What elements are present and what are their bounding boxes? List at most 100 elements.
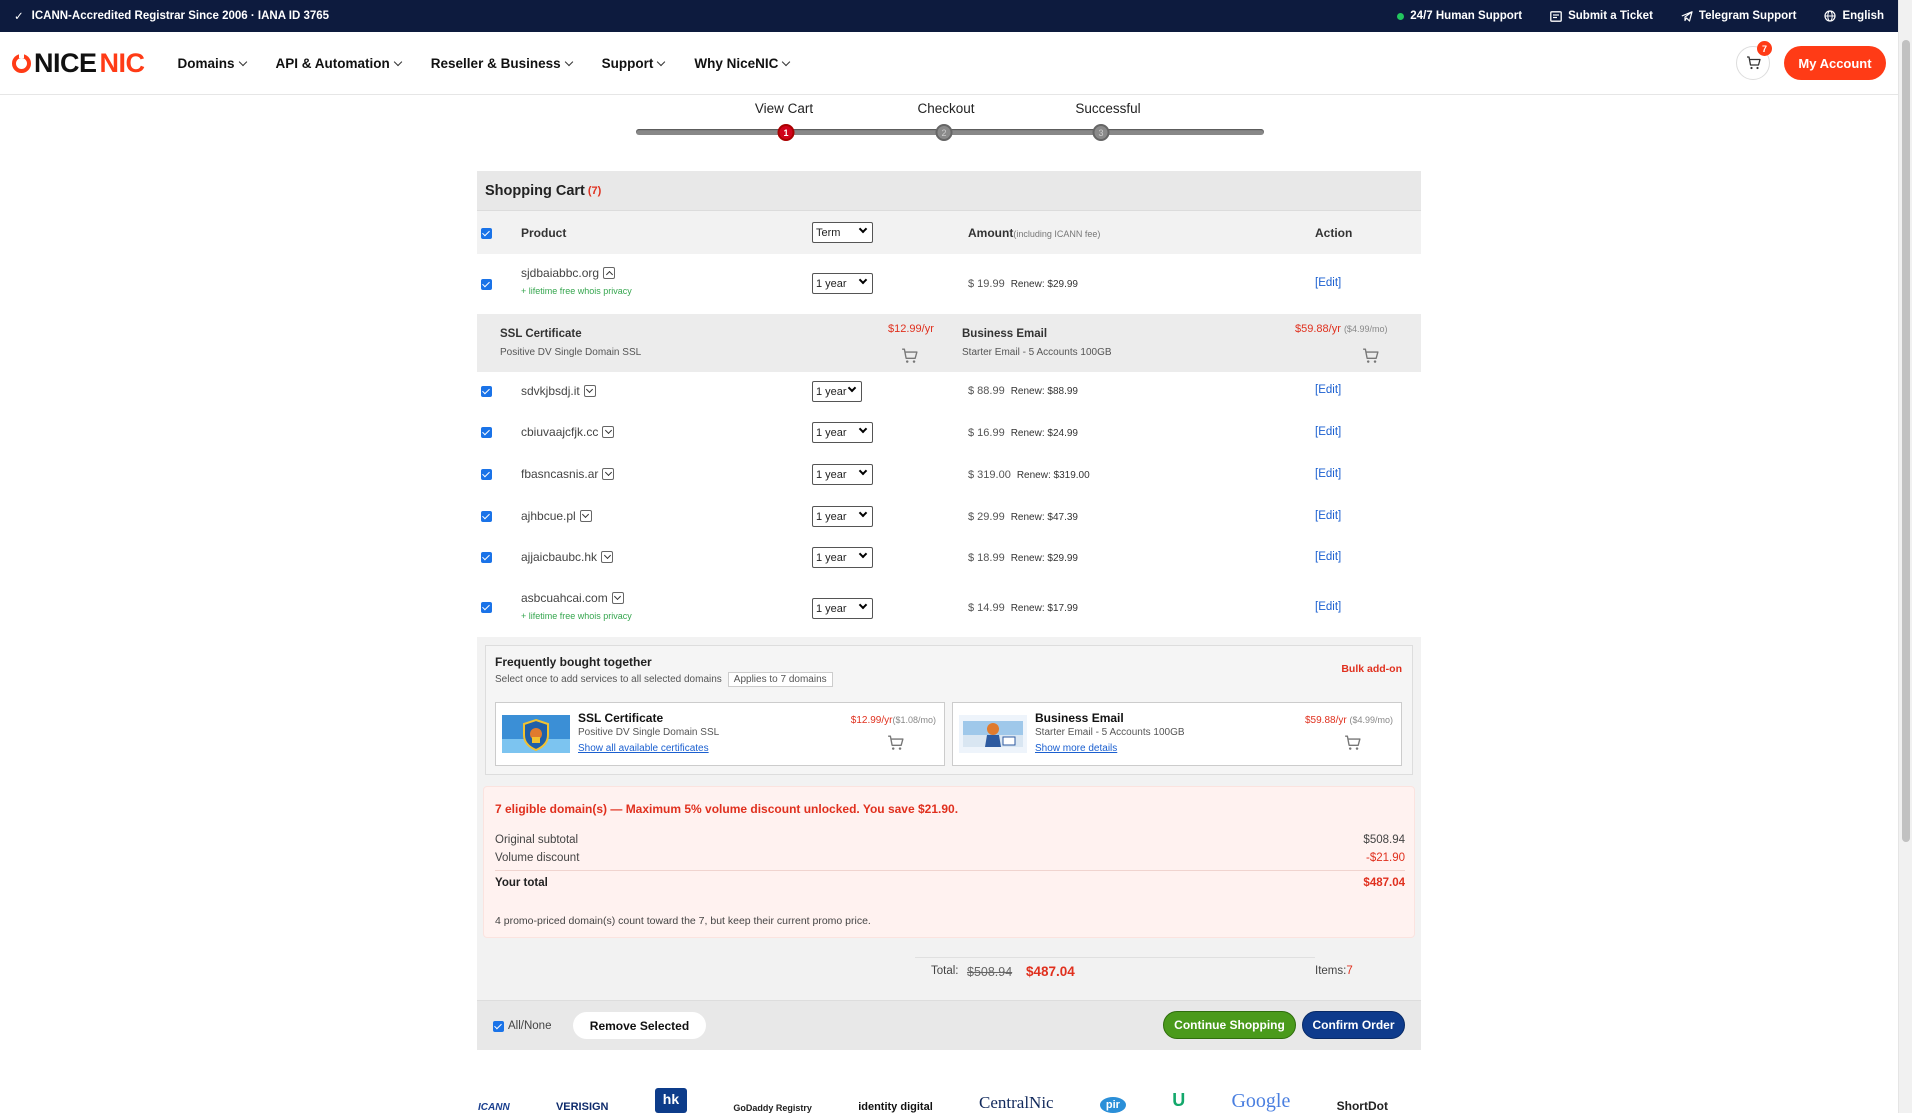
all-none-toggle[interactable]: All/None xyxy=(493,1020,551,1032)
nav-api-automation[interactable]: API & Automation xyxy=(276,56,403,71)
edit-link[interactable]: [Edit] xyxy=(1315,426,1341,438)
scrollbar-thumb[interactable] xyxy=(1902,40,1910,842)
cart-actions-bar: All/None Remove Selected Continue Shoppi… xyxy=(477,1000,1421,1050)
add-ssl-cart-icon[interactable] xyxy=(901,348,918,364)
row-checkbox[interactable] xyxy=(481,469,492,480)
applies-tag: Applies to 7 domains xyxy=(727,672,833,687)
partner-logos: ICANN VERISIGN hk GoDaddy Registry ident… xyxy=(478,1088,1388,1113)
edit-link[interactable]: [Edit] xyxy=(1315,510,1341,522)
human-support-link[interactable]: 24/7 Human Support xyxy=(1397,10,1522,22)
cart-row: fbasncasnis.ar 1 year $ 319.00 Renew: $31… xyxy=(477,454,1421,496)
partner-logo: ShortDot xyxy=(1336,1099,1388,1113)
chevron-down-icon xyxy=(657,57,666,66)
row-checkbox[interactable] xyxy=(481,511,492,522)
cart-count-badge: 7 xyxy=(1757,41,1772,56)
upsell-ssl-title: SSL Certificate xyxy=(500,328,582,340)
row-checkbox[interactable] xyxy=(481,279,492,290)
step-node-2: 2 xyxy=(935,124,953,141)
row-amount: $ 29.99 Renew: $47.39 xyxy=(968,511,1078,523)
submit-ticket-link[interactable]: Submit a Ticket xyxy=(1550,10,1653,22)
term-select[interactable]: 1 year xyxy=(812,506,873,527)
term-select[interactable]: 1 year xyxy=(812,381,862,402)
row-amount: $ 16.99 Renew: $24.99 xyxy=(968,427,1078,439)
term-select[interactable]: 1 year xyxy=(812,464,873,485)
term-select[interactable]: Term xyxy=(812,222,873,243)
domain-name: fbasncasnis.ar xyxy=(521,467,615,481)
continue-shopping-button[interactable]: Continue Shopping xyxy=(1163,1011,1296,1039)
partner-logo: Google xyxy=(1231,1090,1291,1112)
chevron-up-icon[interactable] xyxy=(603,267,616,279)
ssl-addon-desc: Positive DV Single Domain SSL xyxy=(578,727,720,738)
row-amount: $ 88.99 Renew: $88.99 xyxy=(968,385,1078,397)
fbt-title: Frequently bought together xyxy=(495,655,652,669)
domain-name: sjdbaiabbc.org xyxy=(521,266,616,280)
ssl-addon-card[interactable]: SSL Certificate Positive DV Single Domai… xyxy=(495,702,945,766)
select-all-checkbox[interactable] xyxy=(481,228,492,239)
step-label-checkout: Checkout xyxy=(917,101,975,116)
email-addon-card[interactable]: Business Email Starter Email - 5 Account… xyxy=(952,702,1402,766)
ssl-addon-title: SSL Certificate xyxy=(578,711,664,725)
language-selector[interactable]: English xyxy=(1824,10,1884,22)
confirm-order-button[interactable]: Confirm Order xyxy=(1302,1011,1405,1039)
chevron-down-icon[interactable] xyxy=(601,551,614,563)
telegram-support-link[interactable]: Telegram Support xyxy=(1681,10,1796,22)
term-select[interactable]: 1 year xyxy=(812,547,873,568)
row-checkbox[interactable] xyxy=(481,386,492,397)
edit-link[interactable]: [Edit] xyxy=(1315,468,1341,480)
add-email-cart-icon[interactable] xyxy=(1362,348,1379,364)
chevron-down-icon xyxy=(858,600,868,610)
whois-privacy-note: + lifetime free whois privacy xyxy=(521,611,632,621)
promo-note: 4 promo-priced domain(s) count toward th… xyxy=(495,915,871,927)
business-email-icon xyxy=(959,715,1027,753)
term-select[interactable]: 1 year xyxy=(812,422,873,443)
chevron-down-icon[interactable] xyxy=(579,510,592,522)
chevron-down-icon xyxy=(858,549,868,559)
chevron-down-icon[interactable] xyxy=(583,385,596,397)
all-none-checkbox[interactable] xyxy=(493,1020,504,1032)
partner-logo: U xyxy=(1172,1090,1186,1110)
page-scrollbar[interactable] xyxy=(1898,0,1912,1113)
items-count: Items:7 xyxy=(1315,965,1353,977)
edit-link[interactable]: [Edit] xyxy=(1315,601,1341,613)
nav-domains[interactable]: Domains xyxy=(178,56,247,71)
show-more-details-link[interactable]: Show more details xyxy=(1035,743,1117,754)
cart-row: sdvkjbsdj.it 1 year $ 88.99 Renew: $88.99… xyxy=(477,372,1421,412)
step-node-1: 1 xyxy=(777,124,795,141)
edit-link[interactable]: [Edit] xyxy=(1315,551,1341,563)
add-email-cart-icon[interactable] xyxy=(1344,735,1361,751)
cart-row: asbcuahcai.com + lifetime free whois pri… xyxy=(477,579,1421,637)
edit-link[interactable]: [Edit] xyxy=(1315,384,1341,396)
show-all-certificates-link[interactable]: Show all available certificates xyxy=(578,743,709,754)
online-dot-icon xyxy=(1397,12,1405,20)
nav-reseller-business[interactable]: Reseller & Business xyxy=(431,56,573,71)
remove-selected-button[interactable]: Remove Selected xyxy=(573,1012,706,1039)
chevron-down-icon xyxy=(858,424,868,434)
nav-why-nicenic[interactable]: Why NiceNIC xyxy=(694,56,791,71)
row-checkbox[interactable] xyxy=(481,427,492,438)
my-account-button[interactable]: My Account xyxy=(1784,46,1886,80)
totals-divider xyxy=(915,957,1315,958)
cart-totals: Total: $508.94 $487.04 Items:7 xyxy=(477,948,1421,1000)
row-checkbox[interactable] xyxy=(481,602,492,613)
edit-link[interactable]: [Edit] xyxy=(1315,277,1341,289)
upsell-email-price: $59.88/yr ($4.99/mo) xyxy=(1295,323,1388,335)
chevron-down-icon[interactable] xyxy=(611,592,624,604)
term-select[interactable]: 1 year xyxy=(812,598,873,619)
row-checkbox[interactable] xyxy=(481,552,492,563)
nav-support[interactable]: Support xyxy=(602,56,666,71)
step-label-view-cart: View Cart xyxy=(754,101,814,116)
partner-logo: identity digital xyxy=(858,1101,933,1113)
discount-headline: 7 eligible domain(s) — Maximum 5% volume… xyxy=(495,802,959,816)
add-ssl-cart-icon[interactable] xyxy=(887,735,904,751)
chevron-down-icon[interactable] xyxy=(602,426,615,438)
chevron-down-icon xyxy=(858,275,868,285)
cart-button[interactable]: 7 xyxy=(1736,41,1772,80)
upsell-row: SSL Certificate Positive DV Single Domai… xyxy=(477,314,1421,372)
nicenic-logo[interactable]: NICE NIC xyxy=(12,48,145,79)
total-label: Total: xyxy=(931,965,959,977)
cart-row: sjdbaiabbc.org + lifetime free whois pri… xyxy=(477,254,1421,314)
term-select[interactable]: 1 year xyxy=(812,273,873,294)
cart-title: Shopping Cart xyxy=(485,182,585,199)
cart-icon xyxy=(1746,56,1761,70)
chevron-down-icon[interactable] xyxy=(602,468,615,480)
